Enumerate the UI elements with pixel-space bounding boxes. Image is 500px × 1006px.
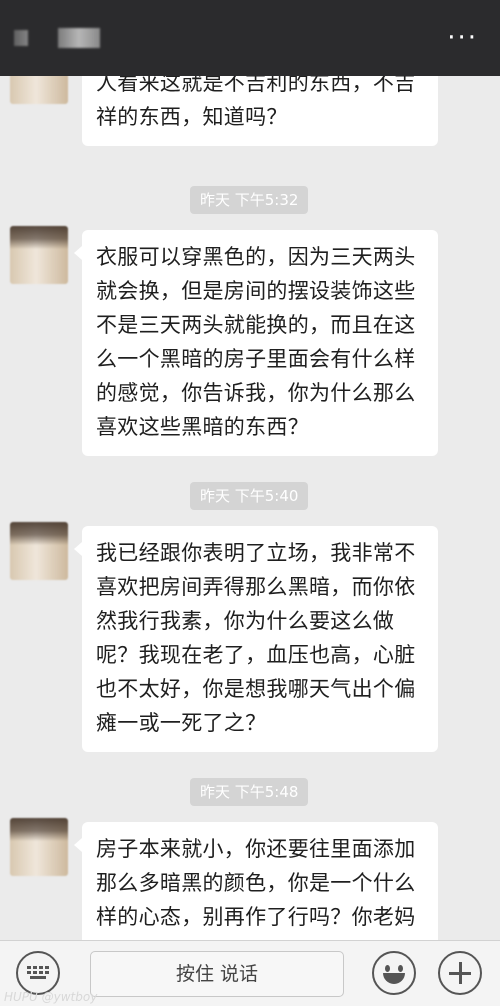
message-bubble[interactable]: 人看来这就是不吉利的东西，不吉祥的东西，知道吗？ (82, 76, 438, 146)
chat-title-blurred (58, 28, 100, 48)
timestamp: 昨天 下午5:32 (190, 186, 309, 214)
emoji-icon[interactable] (372, 951, 416, 995)
message-bubble[interactable]: 衣服可以穿黑色的，因为三天两头就会换，但是房间的摆设装饰这些不是三天两头就能换的… (74, 230, 438, 456)
avatar[interactable] (10, 76, 68, 104)
hold-to-talk-button[interactable]: 按住 说话 (90, 951, 344, 997)
back-area[interactable] (14, 30, 28, 46)
keyboard-icon[interactable] (16, 951, 60, 995)
chat-area[interactable]: 人看来这就是不吉利的东西，不吉祥的东西，知道吗？ 昨天 下午5:32 衣服可以穿… (0, 76, 500, 940)
more-icon[interactable]: ··· (447, 25, 478, 51)
message-bubble[interactable]: 我已经跟你表明了立场，我非常不喜欢把房间弄得那么黑暗，而你依然我行我素，你为什么… (74, 526, 438, 752)
watermark: HUPU @ywtboy (4, 990, 98, 1004)
timestamp: 昨天 下午5:40 (190, 482, 309, 510)
plus-icon[interactable] (438, 951, 482, 995)
avatar[interactable] (10, 818, 68, 876)
avatar[interactable] (10, 226, 68, 284)
avatar[interactable] (10, 522, 68, 580)
message-bubble[interactable]: 房子本来就小，你还要往里面添加那么多暗黑的颜色，你是一个什么样的心态，别再作了行… (74, 822, 438, 940)
top-bar: ··· (0, 0, 500, 76)
timestamp: 昨天 下午5:48 (190, 778, 309, 806)
